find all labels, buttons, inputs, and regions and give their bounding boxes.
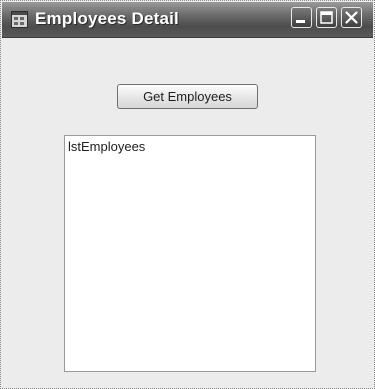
minimize-icon (296, 20, 305, 23)
get-employees-button[interactable]: Get Employees (117, 84, 258, 109)
minimize-button[interactable] (291, 7, 312, 28)
title-bar[interactable]: Employees Detail (2, 2, 373, 38)
app-window-icon[interactable] (11, 11, 28, 28)
list-item[interactable]: lstEmployees (68, 139, 145, 154)
close-button[interactable] (341, 7, 362, 28)
close-icon (345, 11, 358, 24)
maximize-button[interactable] (316, 7, 337, 28)
employees-detail-window: Employees Detail Get Employees lstEmploy… (0, 0, 375, 389)
window-title: Employees Detail (35, 9, 179, 28)
maximize-icon (320, 11, 333, 24)
employees-listbox[interactable]: lstEmployees (64, 135, 316, 372)
